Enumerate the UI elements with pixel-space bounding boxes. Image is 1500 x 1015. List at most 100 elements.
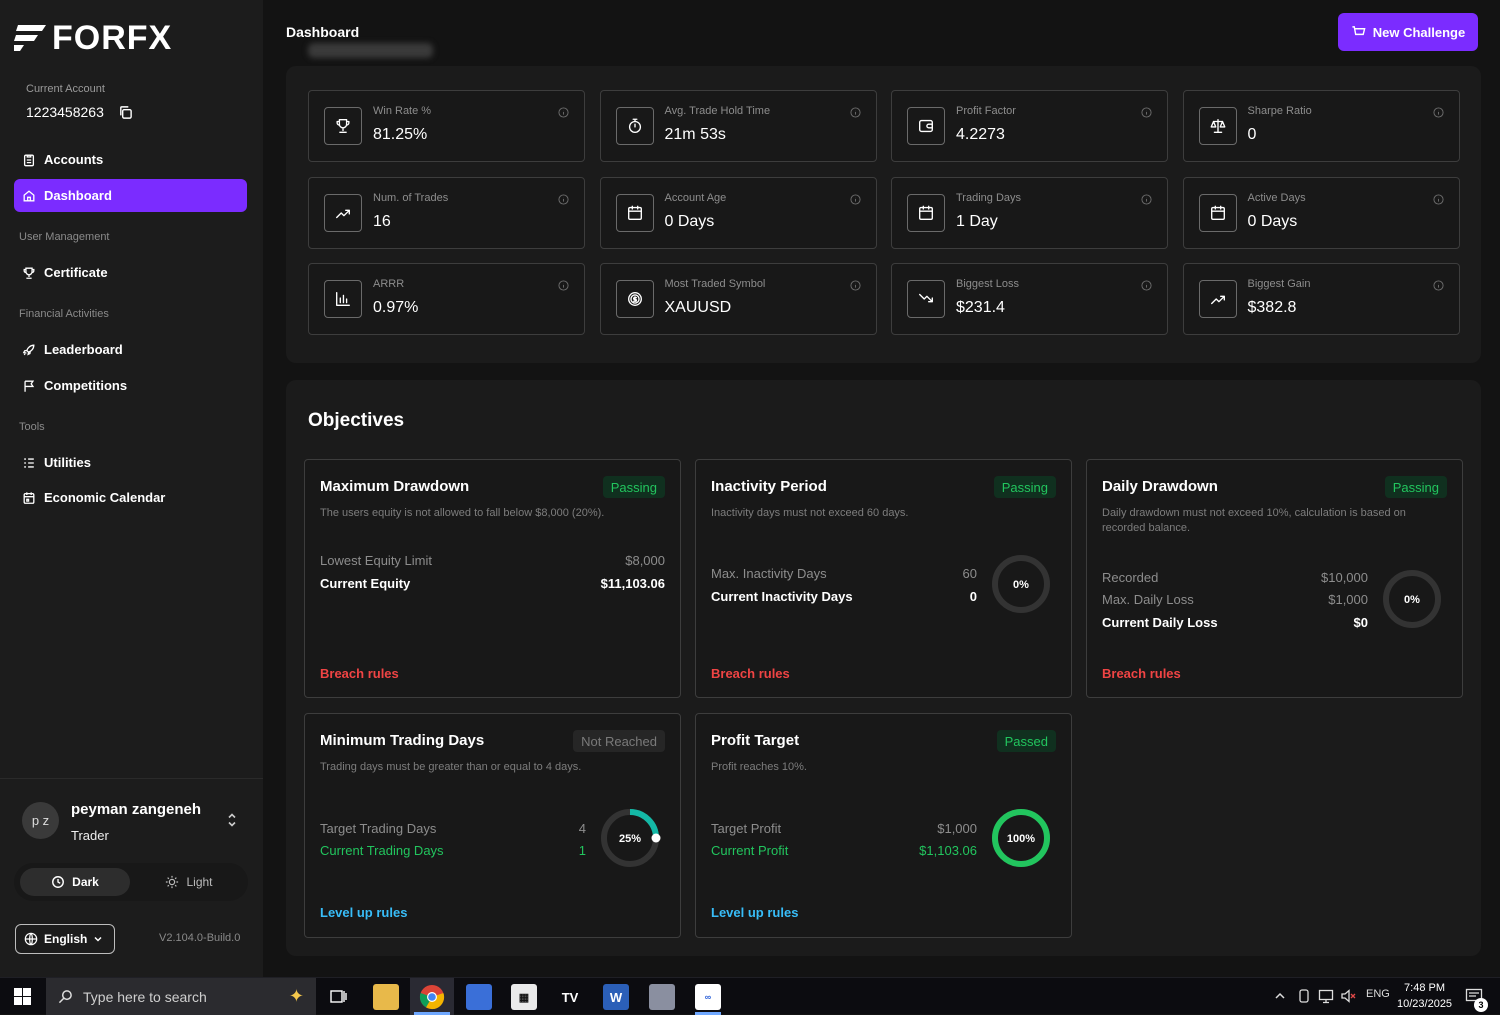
- objective-description: Daily drawdown must not exceed 10%, calc…: [1102, 507, 1406, 534]
- row-value: $11,103.06: [600, 576, 665, 591]
- clock-time: 7:48 PM: [1404, 982, 1446, 994]
- row-value: 0: [969, 589, 977, 604]
- info-icon[interactable]: [849, 193, 861, 205]
- nav-dashboard-label: Dashboard: [44, 188, 112, 203]
- copy-icon[interactable]: [118, 105, 133, 120]
- breach-rules-link[interactable]: Breach rules: [1102, 666, 1181, 681]
- nav-dashboard[interactable]: Dashboard: [14, 179, 247, 212]
- meet-now-icon[interactable]: [1297, 988, 1311, 1004]
- stat-value: 21m 53s: [664, 126, 726, 143]
- stat-label: Profit Factor: [956, 105, 1016, 117]
- theme-dark-label: Dark: [72, 875, 99, 889]
- moon-clock-icon: [52, 876, 65, 888]
- info-icon[interactable]: [1141, 280, 1152, 291]
- stat-label: Avg. Trade Hold Time: [664, 105, 771, 117]
- nav-leaderboard[interactable]: Leaderboard: [14, 333, 247, 366]
- sparkle-icon: ✦: [288, 986, 304, 1006]
- input-language[interactable]: ENG: [1366, 988, 1390, 1000]
- taskbar-search-placeholder: Type here to search: [83, 988, 207, 1005]
- sidebar: FORFX Current Account 1223458263 Account…: [0, 0, 263, 977]
- theme-light-button[interactable]: Light: [134, 868, 244, 896]
- section-tools: Tools: [19, 421, 45, 433]
- objective-row: Max. Daily Loss $1,000: [1102, 592, 1368, 607]
- brand-mark-icon: [14, 25, 46, 51]
- progress-ring-label: 100%: [1007, 833, 1035, 845]
- progress-ring: 0%: [992, 555, 1050, 613]
- stat-value: 1 Day: [956, 212, 998, 230]
- sidebar-divider: [0, 778, 263, 779]
- volume-muted-icon[interactable]: [1340, 988, 1356, 1004]
- stat-icon-box: [907, 280, 945, 318]
- row-label: Current Equity: [320, 576, 411, 591]
- info-icon[interactable]: [849, 107, 861, 118]
- user-role: Trader: [71, 828, 109, 843]
- row-label: Current Daily Loss: [1102, 615, 1218, 630]
- objective-name: Profit Target: [711, 732, 800, 749]
- objective-row: Target Profit $1,000: [711, 821, 977, 836]
- info-icon[interactable]: [1141, 107, 1152, 118]
- objectives-title: Objectives: [308, 410, 405, 431]
- stat-value: $231.4: [956, 299, 1005, 316]
- objective-row: Current Trading Days 1: [320, 843, 586, 858]
- nav-certificate[interactable]: Certificate: [14, 256, 247, 289]
- wallet-icon: [919, 119, 933, 133]
- info-icon[interactable]: [849, 280, 861, 291]
- nav-economic-calendar-label: Economic Calendar: [44, 490, 166, 505]
- tradingview-icon[interactable]: TV: [557, 984, 583, 1010]
- stat-value: 0 Days: [1247, 212, 1298, 230]
- chrome-icon[interactable]: [419, 984, 445, 1010]
- nav-economic-calendar[interactable]: Economic Calendar: [14, 481, 247, 514]
- cart-icon: [1352, 25, 1366, 38]
- info-icon[interactable]: [1432, 193, 1444, 205]
- nav-certificate-label: Certificate: [44, 265, 108, 280]
- nav-accounts[interactable]: Accounts: [14, 143, 247, 176]
- info-icon[interactable]: [558, 280, 569, 291]
- info-icon[interactable]: [1432, 107, 1444, 118]
- chevron-up-icon[interactable]: [1274, 990, 1286, 1002]
- info-icon[interactable]: [1432, 280, 1444, 291]
- info-icon[interactable]: [558, 193, 569, 205]
- avatar[interactable]: p z: [22, 802, 59, 839]
- nav-competitions[interactable]: Competitions: [14, 369, 247, 402]
- notification-count-badge: 3: [1474, 998, 1488, 1012]
- objective-description: Inactivity days must not exceed 60 days.: [711, 507, 909, 519]
- chevron-up-down-icon[interactable]: [226, 811, 238, 829]
- info-icon[interactable]: [558, 107, 569, 118]
- new-challenge-button[interactable]: New Challenge: [1338, 13, 1478, 51]
- home-icon: [23, 189, 35, 201]
- breach-rules-link[interactable]: Breach rules: [711, 666, 790, 681]
- level-up-rules-link[interactable]: Level up rules: [711, 905, 798, 920]
- language-select[interactable]: English: [15, 924, 115, 954]
- app-icon[interactable]: [649, 984, 675, 1010]
- brand-logo[interactable]: FORFX: [14, 18, 172, 58]
- task-view-icon[interactable]: [330, 988, 347, 1005]
- stat-icon-box: [324, 107, 362, 145]
- theme-dark-button[interactable]: Dark: [20, 868, 130, 896]
- objective-row: Target Trading Days 4: [320, 821, 586, 836]
- word-icon[interactable]: W: [603, 984, 629, 1010]
- nav-utilities[interactable]: Utilities: [14, 446, 247, 479]
- stat-label: Biggest Gain: [1247, 278, 1311, 290]
- windows-start-icon[interactable]: [14, 988, 31, 1005]
- stat-label: Trading Days: [956, 191, 1022, 204]
- stat-card: Most Traded Symbol XAUUSD: [599, 263, 877, 335]
- app-icon[interactable]: ∞: [695, 984, 721, 1010]
- taskbar-clock[interactable]: 7:48 PM 10/23/2025: [1397, 980, 1452, 1012]
- status-badge: Passing: [993, 476, 1056, 498]
- breach-rules-link[interactable]: Breach rules: [320, 666, 399, 681]
- stat-icon-box: [907, 193, 945, 232]
- file-explorer-icon[interactable]: [373, 984, 399, 1010]
- info-icon[interactable]: [1141, 193, 1152, 205]
- calendar-icon: [23, 491, 35, 504]
- remote-desktop-icon[interactable]: [466, 984, 492, 1010]
- objective-description: Trading days must be greater than or equ…: [320, 761, 582, 773]
- level-up-rules-link[interactable]: Level up rules: [320, 905, 407, 920]
- calculator-icon[interactable]: ▦: [511, 984, 537, 1010]
- taskbar-search-box[interactable]: Type here to search ✦: [46, 978, 316, 1015]
- row-label: Max. Inactivity Days: [711, 566, 827, 581]
- objective-row: Current Equity $11,103.06: [320, 576, 665, 591]
- row-value: $8,000: [625, 553, 665, 568]
- new-challenge-label: New Challenge: [1372, 24, 1466, 40]
- network-icon[interactable]: [1318, 988, 1334, 1004]
- objective-name: Daily Drawdown: [1102, 478, 1218, 495]
